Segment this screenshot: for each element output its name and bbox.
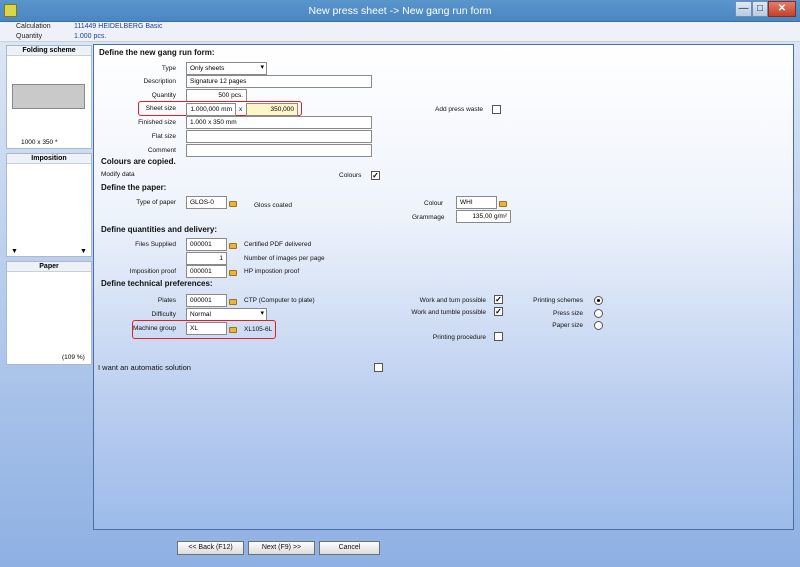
minimize-button[interactable]: —: [735, 1, 752, 17]
automatic-solution-checkbox[interactable]: [374, 363, 383, 372]
colour-field[interactable]: WHI: [456, 196, 497, 209]
form-panel: Define the new gang run form: Type Only …: [93, 44, 794, 530]
title-bar: New press sheet -> New gang run form — □…: [0, 0, 800, 22]
sheet-size-x: x: [239, 106, 243, 113]
paper-size-radio[interactable]: [594, 321, 603, 330]
printing-schemes-radio[interactable]: [594, 296, 603, 305]
paper-size-label: Paper size: [552, 322, 583, 329]
imposition-title: Imposition: [7, 154, 91, 164]
quantity-value: 1.000 pcs.: [74, 33, 107, 40]
sheet-height-field[interactable]: 350,000: [246, 103, 298, 116]
work-and-turn-checkbox[interactable]: ✓: [494, 295, 503, 304]
colour-folder-icon[interactable]: [499, 201, 507, 207]
paper-panel: Paper (109 %): [6, 261, 92, 365]
calculation-value: 111449 HEIDELBERG Basic: [74, 23, 163, 30]
machine-group-label: Machine group: [133, 325, 176, 332]
imposition-proof-description: HP impostion proof: [244, 268, 300, 275]
files-supplied-label: Files Supplied: [135, 241, 176, 248]
add-press-waste-checkbox[interactable]: [492, 105, 501, 114]
colours-section-title: Colours are copied.: [101, 157, 176, 166]
type-of-paper-field[interactable]: GLOS-0: [186, 196, 227, 209]
cancel-button[interactable]: Cancel: [319, 541, 380, 555]
chevron-down-icon: ▾: [260, 310, 264, 317]
type-of-paper-description: Gloss coated: [254, 202, 292, 209]
description-field[interactable]: Signature 12 pages: [186, 75, 372, 88]
type-select-value: Only sheets: [190, 65, 225, 72]
imposition-scroll-down-icon-right[interactable]: ▼: [80, 248, 87, 255]
paper-section-title: Define the paper:: [101, 183, 167, 192]
finished-size-label: Finished size: [138, 119, 176, 126]
plates-description: CTP (Computer to plate): [244, 297, 315, 304]
grammage-field[interactable]: 135,00 g/m²: [456, 210, 511, 223]
grammage-label: Grammage: [412, 214, 445, 221]
colour-label: Colour: [424, 200, 444, 207]
plates-folder-icon[interactable]: [229, 299, 237, 305]
folding-scheme-size: 1000 x 350 *: [21, 139, 58, 146]
folding-scheme-title: Folding scheme: [7, 46, 91, 56]
work-and-tumble-label: Work and tumble possible: [411, 309, 486, 316]
difficulty-select-value: Normal: [190, 311, 211, 318]
flat-size-field[interactable]: [186, 130, 372, 143]
paper-zoom: (109 %): [62, 354, 85, 361]
folding-scheme-preview: [12, 84, 85, 109]
quantities-section-title: Define quantities and delivery:: [101, 225, 218, 234]
flat-size-label: Flat size: [151, 133, 176, 140]
next-button[interactable]: Next (F9) >>: [248, 541, 315, 555]
info-bar: Calculation 111449 HEIDELBERG Basic Quan…: [0, 22, 800, 42]
folding-scheme-panel: Folding scheme 1000 x 350 *: [6, 45, 92, 149]
quantity-label: Quantity: [16, 33, 43, 40]
type-of-paper-label: Type of paper: [136, 199, 176, 206]
define-section-title: Define the new gang run form:: [99, 48, 215, 57]
automatic-solution-label: I want an automatic solution: [98, 363, 191, 372]
imposition-panel: Imposition ▼ ▼: [6, 153, 92, 257]
files-supplied-description: Certified PDF delivered: [244, 241, 312, 248]
window-title: New press sheet -> New gang run form: [308, 5, 492, 17]
modify-data-label: Modify data: [101, 171, 135, 178]
press-size-radio[interactable]: [594, 309, 603, 318]
machine-group-field[interactable]: XL: [186, 322, 227, 335]
imposition-scroll-down-icon[interactable]: ▼: [11, 248, 18, 255]
calculation-label: Calculation: [16, 23, 51, 30]
paper-title: Paper: [7, 262, 91, 272]
finished-size-field[interactable]: 1.000 x 350 mm: [186, 116, 372, 129]
type-label: Type: [161, 65, 176, 72]
images-per-page-description: Number of images per page: [244, 255, 325, 262]
plates-label: Plates: [157, 297, 176, 304]
back-button[interactable]: << Back (F12): [177, 541, 244, 555]
imposition-proof-label: Imposition proof: [129, 268, 176, 275]
maximize-button[interactable]: □: [752, 1, 768, 17]
press-size-label: Press size: [553, 310, 583, 317]
comment-field[interactable]: [186, 144, 372, 157]
imposition-proof-field[interactable]: 000001: [186, 265, 227, 278]
type-of-paper-folder-icon[interactable]: [229, 201, 237, 207]
machine-group-description: XL105-6L: [244, 326, 273, 333]
machine-group-folder-icon[interactable]: [229, 327, 237, 333]
add-press-waste-label: Add press waste: [435, 106, 484, 113]
printing-schemes-label: Printing schemes: [533, 297, 583, 304]
imposition-proof-folder-icon[interactable]: [229, 270, 237, 276]
printing-procedure-checkbox[interactable]: [494, 332, 503, 341]
images-per-page-field[interactable]: 1: [186, 252, 227, 265]
work-and-tumble-checkbox[interactable]: ✓: [494, 307, 503, 316]
colours-label: Colours: [339, 172, 362, 179]
type-select[interactable]: Only sheets ▾: [186, 62, 267, 75]
difficulty-label: Difficulty: [151, 311, 176, 318]
comment-label: Comment: [147, 147, 176, 154]
files-supplied-field[interactable]: 000001: [186, 238, 227, 251]
technical-section-title: Define technical preferences:: [101, 279, 213, 288]
work-and-turn-label: Work and turn possible: [419, 297, 486, 304]
sheet-size-label: Sheet size: [145, 105, 176, 112]
chevron-down-icon: ▾: [260, 64, 264, 71]
plates-field[interactable]: 000001: [186, 294, 227, 307]
quantity-label: Quantity: [151, 92, 176, 99]
sheet-width-field[interactable]: 1.000,000 mm: [186, 103, 236, 116]
printing-procedure-label: Printing procedure: [432, 334, 486, 341]
description-label: Description: [143, 78, 176, 85]
files-supplied-folder-icon[interactable]: [229, 243, 237, 249]
colours-checkbox[interactable]: ✓: [371, 171, 380, 180]
close-button[interactable]: ✕: [768, 1, 796, 17]
